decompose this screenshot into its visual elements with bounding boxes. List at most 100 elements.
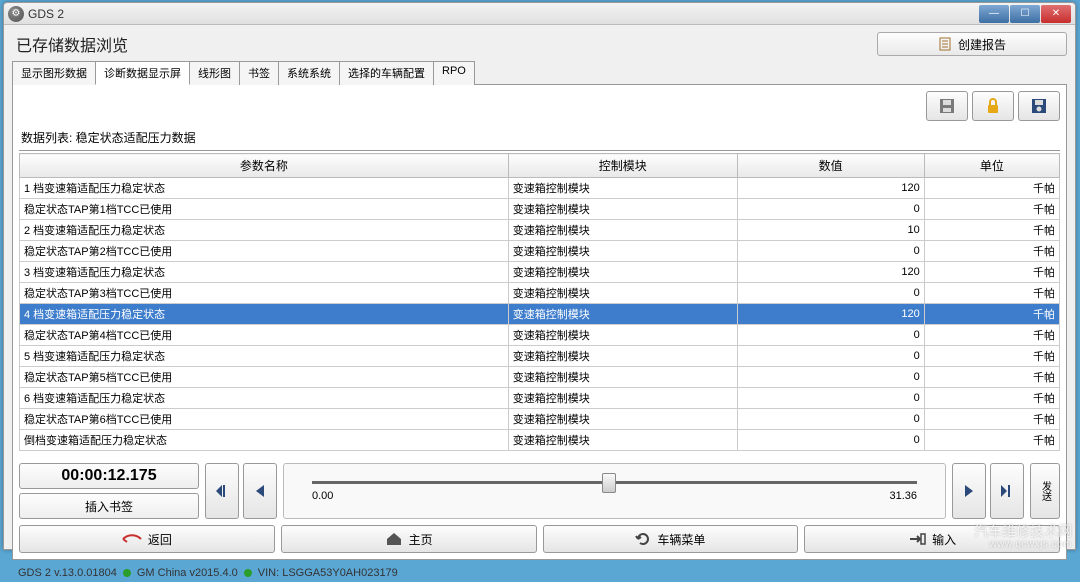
- window-title: GDS 2: [28, 7, 978, 21]
- header-unit[interactable]: 单位: [924, 154, 1059, 178]
- cell-unit: 千帕: [924, 283, 1059, 304]
- table-row[interactable]: 稳定状态TAP第4档TCC已使用变速箱控制模块0千帕: [20, 325, 1060, 346]
- cell-module: 变速箱控制模块: [508, 367, 737, 388]
- table-row[interactable]: 稳定状态TAP第3档TCC已使用变速箱控制模块0千帕: [20, 283, 1060, 304]
- table-row[interactable]: 稳定状态TAP第2档TCC已使用变速箱控制模块0千帕: [20, 241, 1060, 262]
- cell-module: 变速箱控制模块: [508, 388, 737, 409]
- vehicle-menu-button[interactable]: 车辆菜单: [543, 525, 799, 553]
- home-button[interactable]: 主页: [281, 525, 537, 553]
- tab-6[interactable]: RPO: [433, 61, 475, 85]
- cell-unit: 千帕: [924, 304, 1059, 325]
- cell-param: 稳定状态TAP第1档TCC已使用: [20, 199, 509, 220]
- table-row[interactable]: 2 档变速箱适配压力稳定状态变速箱控制模块10千帕: [20, 220, 1060, 241]
- table-row[interactable]: 倒档变速箱适配压力稳定状态变速箱控制模块0千帕: [20, 430, 1060, 451]
- header-param[interactable]: 参数名称: [20, 154, 509, 178]
- step-forward-far-button[interactable]: [990, 463, 1024, 519]
- lock-button[interactable]: [972, 91, 1014, 121]
- cell-value: 0: [737, 346, 924, 367]
- titlebar[interactable]: ⚙ GDS 2 — ☐ ✕: [4, 3, 1075, 25]
- cell-module: 变速箱控制模块: [508, 409, 737, 430]
- table-row[interactable]: 4 档变速箱适配压力稳定状态变速箱控制模块120千帕: [20, 304, 1060, 325]
- cell-param: 稳定状态TAP第6档TCC已使用: [20, 409, 509, 430]
- back-icon: [122, 532, 142, 546]
- cell-unit: 千帕: [924, 409, 1059, 430]
- step-back-button[interactable]: [243, 463, 277, 519]
- table-row[interactable]: 稳定状态TAP第1档TCC已使用变速箱控制模块0千帕: [20, 199, 1060, 220]
- cell-unit: 千帕: [924, 388, 1059, 409]
- table-row[interactable]: 5 档变速箱适配压力稳定状态变速箱控制模块0千帕: [20, 346, 1060, 367]
- page-title: 已存储数据浏览: [12, 30, 877, 58]
- header-value[interactable]: 数值: [737, 154, 924, 178]
- header-module[interactable]: 控制模块: [508, 154, 737, 178]
- tab-5[interactable]: 选择的车辆配置: [339, 61, 434, 85]
- maximize-button[interactable]: ☐: [1010, 5, 1040, 23]
- bottom-nav: 返回 主页 车辆菜单 输入: [19, 525, 1060, 553]
- vehicle-menu-label: 车辆菜单: [657, 531, 705, 548]
- cell-module: 变速箱控制模块: [508, 346, 737, 367]
- play-icon: [961, 483, 977, 499]
- table-row[interactable]: 稳定状态TAP第5档TCC已使用变速箱控制模块0千帕: [20, 367, 1060, 388]
- cell-unit: 千帕: [924, 262, 1059, 283]
- slider-max: 31.36: [889, 490, 917, 502]
- close-button[interactable]: ✕: [1041, 5, 1071, 23]
- cell-value: 10: [737, 220, 924, 241]
- input-icon: [908, 532, 926, 546]
- cell-param: 稳定状态TAP第3档TCC已使用: [20, 283, 509, 304]
- refresh-icon: [635, 531, 651, 547]
- step-back-far-button[interactable]: [205, 463, 239, 519]
- status-region: GM China v2015.4.0: [137, 567, 238, 579]
- table-row[interactable]: 1 档变速箱适配压力稳定状态变速箱控制模块120千帕: [20, 178, 1060, 199]
- app-window: ⚙ GDS 2 — ☐ ✕ 已存储数据浏览 创建报告 显示图形数据诊断数据显示屏…: [3, 2, 1076, 550]
- table-row[interactable]: 3 档变速箱适配压力稳定状态变速箱控制模块120千帕: [20, 262, 1060, 283]
- table-row[interactable]: 稳定状态TAP第6档TCC已使用变速箱控制模块0千帕: [20, 409, 1060, 430]
- tab-4[interactable]: 系统系统: [278, 61, 340, 85]
- save-button[interactable]: [1018, 91, 1060, 121]
- disk-button[interactable]: [926, 91, 968, 121]
- cell-value: 0: [737, 409, 924, 430]
- cell-module: 变速箱控制模块: [508, 178, 737, 199]
- content-panel: 数据列表: 稳定状态适配压力数据 参数名称 控制模块 数值 单位 1 档变速箱适…: [12, 85, 1067, 560]
- cell-module: 变速箱控制模块: [508, 430, 737, 451]
- cell-value: 0: [737, 241, 924, 262]
- tab-3[interactable]: 书签: [239, 61, 279, 85]
- cell-unit: 千帕: [924, 325, 1059, 346]
- playback-bar: 00:00:12.175 插入书签 0.00: [19, 463, 1060, 519]
- table-row[interactable]: 6 档变速箱适配压力稳定状态变速箱控制模块0千帕: [20, 388, 1060, 409]
- watermark: 汽车维修技术网 www.qcwxjs.com: [974, 524, 1072, 550]
- cell-value: 120: [737, 178, 924, 199]
- cell-module: 变速箱控制模块: [508, 199, 737, 220]
- cell-unit: 千帕: [924, 430, 1059, 451]
- watermark-main: 汽车维修技术网: [974, 524, 1072, 539]
- tab-bar: 显示图形数据诊断数据显示屏线形图书签系统系统选择的车辆配置RPO: [12, 60, 1067, 85]
- toolbar: [19, 91, 1060, 121]
- status-dot-icon: [244, 569, 252, 577]
- create-report-button[interactable]: 创建报告: [877, 32, 1067, 56]
- disk-icon: [938, 97, 956, 115]
- cell-module: 变速箱控制模块: [508, 262, 737, 283]
- slider-thumb[interactable]: [602, 473, 616, 493]
- cell-unit: 千帕: [924, 178, 1059, 199]
- cell-param: 4 档变速箱适配压力稳定状态: [20, 304, 509, 325]
- playback-slider[interactable]: 0.00 31.36: [283, 463, 946, 519]
- watermark-sub: www.qcwxjs.com: [974, 539, 1072, 550]
- cell-value: 0: [737, 283, 924, 304]
- tab-2[interactable]: 线形图: [189, 61, 240, 85]
- slider-min: 0.00: [312, 490, 333, 502]
- tab-1[interactable]: 诊断数据显示屏: [95, 61, 190, 85]
- insert-bookmark-button[interactable]: 插入书签: [19, 493, 199, 519]
- app-icon: ⚙: [8, 6, 24, 22]
- cell-module: 变速箱控制模块: [508, 304, 737, 325]
- play-button[interactable]: [952, 463, 986, 519]
- cell-module: 变速箱控制模块: [508, 241, 737, 262]
- cell-module: 变速箱控制模块: [508, 220, 737, 241]
- send-button[interactable]: 发送: [1030, 463, 1060, 519]
- minimize-button[interactable]: —: [979, 5, 1009, 23]
- data-table: 参数名称 控制模块 数值 单位 1 档变速箱适配压力稳定状态变速箱控制模块120…: [19, 153, 1060, 451]
- cell-module: 变速箱控制模块: [508, 283, 737, 304]
- cell-param: 1 档变速箱适配压力稳定状态: [20, 178, 509, 199]
- cell-unit: 千帕: [924, 199, 1059, 220]
- home-icon: [385, 532, 403, 546]
- back-button[interactable]: 返回: [19, 525, 275, 553]
- cell-value: 120: [737, 262, 924, 283]
- tab-0[interactable]: 显示图形数据: [12, 61, 96, 85]
